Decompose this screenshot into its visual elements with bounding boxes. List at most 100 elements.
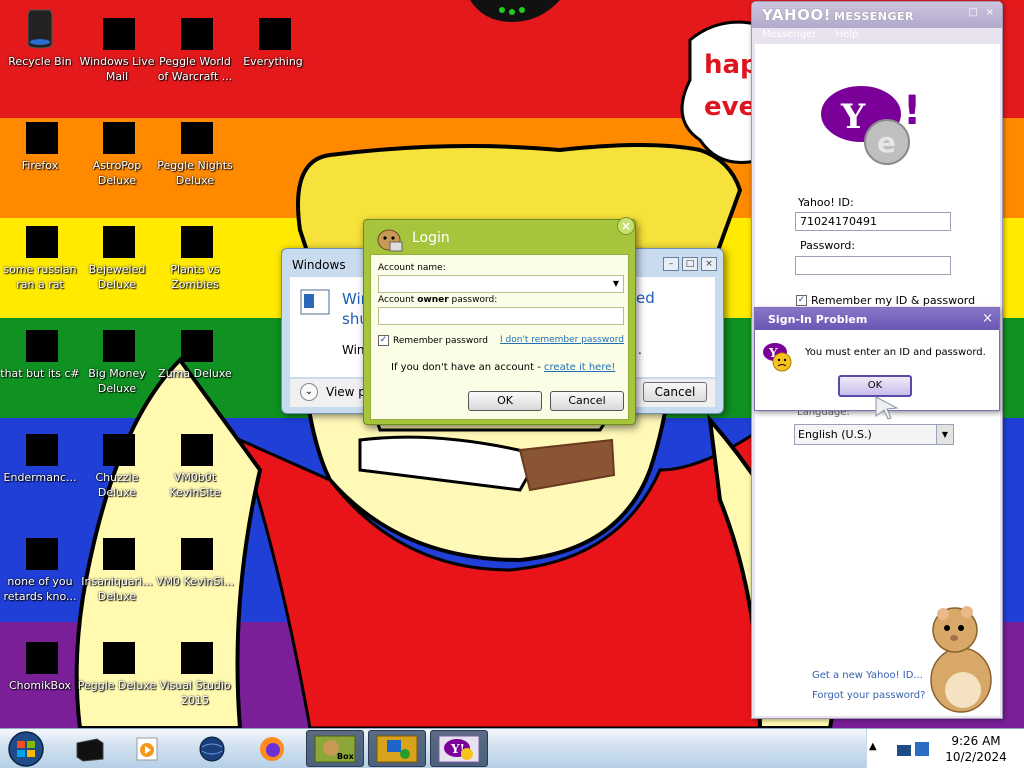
desktop-icon-big-money[interactable]: Big Money Deluxe xyxy=(77,316,157,396)
chevron-down-icon[interactable]: ⌄ xyxy=(300,383,318,401)
dropdown-arrow-icon[interactable]: ▼ xyxy=(613,279,619,288)
desktop-icon-chuzzle[interactable]: Chuzzle Deluxe xyxy=(77,420,157,500)
close-icon[interactable]: × xyxy=(617,217,635,235)
desktop-icon-label: none of you retards kno... xyxy=(3,575,77,603)
network-volume-icon[interactable] xyxy=(895,739,931,759)
terminal-icon xyxy=(16,420,64,468)
login-title: Login xyxy=(412,230,450,246)
desktop-icon-vm0-kevinsite[interactable]: VM0 KevinSi... xyxy=(155,524,235,589)
new-yahoo-id-link[interactable]: Get a new Yahoo! ID... xyxy=(812,670,923,681)
desktop-icon-everything[interactable]: Everything xyxy=(233,4,313,69)
checkbox[interactable]: ✓ xyxy=(796,295,807,306)
hamster-mascot-icon xyxy=(930,606,992,713)
desktop-icon-peggle-wow[interactable]: Peggle World of Warcraft ... xyxy=(155,4,235,84)
svg-text:!: ! xyxy=(903,88,921,134)
login-form: Account name: ▼ Account owner password: … xyxy=(370,254,629,420)
system-tray: ▲ 9:26 AM 10/2/2024 xyxy=(866,729,1024,768)
desktop-icon-some-russian[interactable]: some russian ran a rat xyxy=(0,212,80,292)
taskbar: Box Y! ▲ 9:26 AM 10/2/2024 xyxy=(0,728,1024,768)
desktop-icon-label: Peggle Nights Deluxe xyxy=(157,159,233,187)
astropop-icon xyxy=(93,108,141,156)
maximize-button[interactable]: □ xyxy=(682,257,698,271)
svg-text:e: e xyxy=(877,126,896,159)
yahoo-remember-checkbox[interactable]: ✓ Remember my ID & password xyxy=(796,294,975,307)
forgot-password-link[interactable]: I don't remember password xyxy=(500,335,624,345)
taskbar-item-media-player[interactable] xyxy=(118,730,176,767)
menu-help[interactable]: Help xyxy=(836,29,859,40)
firefox-icon xyxy=(260,736,284,761)
taskbar-item-black-window[interactable] xyxy=(60,730,118,767)
chomikbox-login-dialog[interactable]: Login × Account name: ▼ Account owner pa… xyxy=(363,217,636,425)
desktop-icon-bejeweled[interactable]: Bejeweled Deluxe xyxy=(77,212,157,292)
remember-password-checkbox[interactable]: ✓ Remember password xyxy=(378,335,488,346)
yahoo-id-field[interactable]: 71024170491 xyxy=(795,212,951,231)
desktop-icon-that-but-csharp[interactable]: that but its c# xyxy=(0,316,80,381)
taskbar-item-firefox[interactable] xyxy=(243,730,301,767)
vm-icon xyxy=(171,524,219,572)
desktop-icon-visual-studio[interactable]: Visual Studio 2015 xyxy=(155,628,235,708)
chevron-down-icon[interactable]: ▼ xyxy=(936,425,953,444)
start-button[interactable] xyxy=(6,730,46,768)
show-hidden-icons-icon[interactable]: ▲ xyxy=(869,741,877,752)
desktop-icon-recycle-bin[interactable]: Recycle Bin xyxy=(0,4,80,69)
windows-cancel-button[interactable]: Cancel xyxy=(643,382,707,402)
windows-dialog-title: Windows xyxy=(292,258,346,272)
minimize-icon[interactable]: □ xyxy=(969,7,978,18)
login-ok-button[interactable]: OK xyxy=(468,391,542,411)
desktop-icon-none-of-you[interactable]: none of you retards kno... xyxy=(0,524,80,604)
remember-password-label: Remember password xyxy=(393,335,488,346)
forgot-password-link[interactable]: Forgot your password? xyxy=(812,690,925,701)
desktop-icon-astropop[interactable]: AstroPop Deluxe xyxy=(77,108,157,188)
svg-text:Y: Y xyxy=(840,97,866,137)
yahoo-password-field[interactable] xyxy=(795,256,951,275)
desktop-icon-zuma[interactable]: Zuma Deluxe xyxy=(155,316,235,381)
globe-icon xyxy=(199,736,225,761)
desktop-icon-insaniquarium[interactable]: Insaniquari... Deluxe xyxy=(77,524,157,604)
menu-messenger[interactable]: Messenger xyxy=(762,29,816,40)
desktop-icon-label: AstroPop Deluxe xyxy=(92,159,142,187)
close-icon[interactable]: × xyxy=(986,7,994,18)
desktop-icon-firefox[interactable]: Firefox xyxy=(0,108,80,173)
clock-date[interactable]: 10/2/2024 xyxy=(937,750,1015,764)
create-account-link[interactable]: create it here! xyxy=(544,362,615,373)
desktop-icon-label: VM0 KevinSi... xyxy=(155,575,234,588)
recycle-bin-icon xyxy=(16,4,64,52)
close-button[interactable]: × xyxy=(701,257,717,271)
signin-problem-title: Sign-In Problem xyxy=(768,313,868,326)
yahoo-messenger-icon: Y! xyxy=(438,735,480,762)
desktop-icon-chomikbox[interactable]: ChomikBox xyxy=(0,628,80,693)
taskbar-item-yahoo-messenger[interactable]: Y! xyxy=(430,730,488,767)
desktop-icon-plants-vs-zombies[interactable]: Plants vs Zombies xyxy=(155,212,235,292)
login-cancel-button[interactable]: Cancel xyxy=(550,391,624,411)
yahoo-menubar: Messenger Help xyxy=(762,29,874,40)
hamster-icon xyxy=(377,229,403,252)
taskbar-item-chomikbox[interactable]: Box xyxy=(306,730,364,767)
desktop-icon-label: ChomikBox xyxy=(9,679,71,692)
owner-password-field[interactable] xyxy=(378,307,624,325)
owner-password-label: Account owner password: xyxy=(378,295,498,305)
desktop-icon-label: Peggle World of Warcraft ... xyxy=(157,55,233,83)
minimize-button[interactable]: – xyxy=(663,257,679,271)
game-icon xyxy=(16,524,64,572)
yahoo-remember-label: Remember my ID & password xyxy=(811,294,976,307)
view-details-link[interactable]: View p xyxy=(326,385,366,399)
checkbox[interactable]: ✓ xyxy=(378,335,389,346)
ie-icon xyxy=(16,212,64,260)
desktop-icon-endermanc[interactable]: Endermanc... xyxy=(0,420,80,485)
zuma-icon xyxy=(171,316,219,364)
desktop-icon-label: Plants vs Zombies xyxy=(170,263,220,291)
desktop-icon-windows-live-mail[interactable]: Windows Live Mail xyxy=(77,4,157,84)
taskbar-item-globe[interactable] xyxy=(183,730,241,767)
close-icon[interactable]: × xyxy=(982,311,993,326)
desktop-icon-peggle-deluxe[interactable]: Peggle Deluxe xyxy=(77,628,157,693)
taskbar-item-folder-app[interactable] xyxy=(368,730,426,767)
account-name-field[interactable]: ▼ xyxy=(378,275,624,293)
signin-ok-button[interactable]: OK xyxy=(838,375,912,397)
account-name-label: Account name: xyxy=(378,263,446,273)
clock-time[interactable]: 9:26 AM xyxy=(937,734,1015,748)
language-select[interactable]: English (U.S.) ▼ xyxy=(794,424,954,445)
money-bag-icon xyxy=(93,316,141,364)
plants-icon xyxy=(171,212,219,260)
desktop-icon-peggle-nights[interactable]: Peggle Nights Deluxe xyxy=(155,108,235,188)
desktop-icon-vm0b0t[interactable]: VM0b0t KevinSite xyxy=(155,420,235,500)
